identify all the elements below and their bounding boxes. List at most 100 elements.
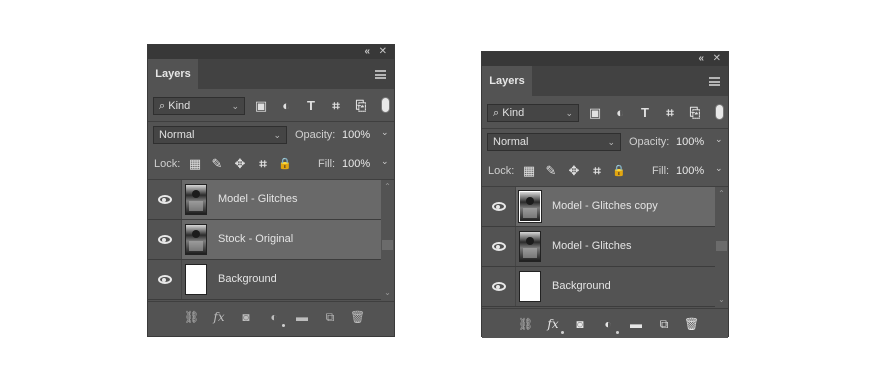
tab-layers[interactable]: Layers <box>482 66 532 96</box>
scrollbar-thumb[interactable] <box>716 241 727 251</box>
lock-all-icon[interactable]: 🔒 <box>278 157 292 171</box>
lock-row: Lock: ▦ ✎ ✥ ⌗ 🔒 Fill: 100% ⌄ <box>482 162 728 182</box>
layers-list: Model - Glitches Stock - Original Backgr… <box>148 180 381 301</box>
filter-kind-dropdown[interactable]: ⌕ Kind ⌄ <box>487 104 579 122</box>
link-layers-icon[interactable]: ⛓ <box>518 317 533 331</box>
scroll-down-icon[interactable]: ⌄ <box>715 295 728 304</box>
adjustment-filter-icon[interactable]: ◐ <box>279 99 293 113</box>
lock-brush-icon[interactable]: ✎ <box>544 164 558 178</box>
chevron-down-icon[interactable]: ⌄ <box>381 156 389 167</box>
visibility-toggle[interactable] <box>482 187 516 226</box>
layer-row[interactable]: Model - Glitches copy <box>482 187 715 227</box>
adjustment-filter-icon[interactable]: ◐ <box>613 106 627 120</box>
type-filter-icon[interactable]: T <box>304 99 318 113</box>
add-mask-icon[interactable]: ◙ <box>573 317 587 331</box>
eye-icon[interactable] <box>158 235 172 244</box>
type-filter-icon[interactable]: T <box>638 106 652 120</box>
fx-icon[interactable]: fx <box>212 310 226 324</box>
blend-mode-value: Normal <box>159 129 195 141</box>
lock-artboard-icon[interactable]: ⌗ <box>256 157 270 171</box>
pixel-filter-icon[interactable]: ▣ <box>588 106 602 120</box>
lock-artboard-icon[interactable]: ⌗ <box>590 164 604 178</box>
link-layers-icon[interactable]: ⛓ <box>184 310 199 324</box>
scroll-down-icon[interactable]: ⌄ <box>381 288 394 297</box>
lock-pixels-icon[interactable]: ▦ <box>522 164 536 178</box>
chevron-down-icon[interactable]: ⌄ <box>715 163 723 174</box>
trash-icon[interactable]: 🗑 <box>350 310 365 324</box>
new-fill-adjustment-icon[interactable]: ◐ <box>267 310 281 324</box>
filter-toggle[interactable] <box>715 104 724 120</box>
chevron-down-icon[interactable]: ⌄ <box>715 134 723 145</box>
layer-thumbnail <box>185 184 207 215</box>
eye-icon[interactable] <box>492 282 506 291</box>
fill-value[interactable]: 100% <box>342 158 370 170</box>
chevron-down-icon[interactable]: ⌄ <box>381 127 389 138</box>
panel-menu-icon[interactable] <box>709 77 720 86</box>
fx-icon[interactable]: fx <box>546 317 560 331</box>
tab-layers[interactable]: Layers <box>148 59 198 89</box>
close-icon[interactable]: ✕ <box>379 45 387 59</box>
eye-icon[interactable] <box>492 242 506 251</box>
add-mask-icon[interactable]: ◙ <box>239 310 253 324</box>
new-group-icon[interactable]: ▬ <box>295 310 309 324</box>
scrollbar-thumb[interactable] <box>382 240 393 250</box>
filter-toggle[interactable] <box>381 97 390 113</box>
new-fill-adjustment-icon[interactable]: ◐ <box>601 317 615 331</box>
lock-pixels-icon[interactable]: ▦ <box>188 157 202 171</box>
layer-name[interactable]: Model - Glitches <box>218 193 297 205</box>
layer-name[interactable]: Model - Glitches copy <box>552 200 658 212</box>
eye-icon[interactable] <box>492 202 506 211</box>
trash-icon[interactable]: 🗑 <box>684 317 699 331</box>
visibility-toggle[interactable] <box>148 180 182 219</box>
close-icon[interactable]: ✕ <box>713 52 721 66</box>
visibility-toggle[interactable] <box>148 220 182 259</box>
collapse-icon[interactable]: « <box>698 52 704 66</box>
eye-icon[interactable] <box>158 275 172 284</box>
filter-kind-dropdown[interactable]: ⌕ Kind ⌄ <box>153 97 245 115</box>
lock-brush-icon[interactable]: ✎ <box>210 157 224 171</box>
layers-scrollbar[interactable]: ⌃ ⌄ <box>381 180 394 301</box>
opacity-value[interactable]: 100% <box>676 136 704 148</box>
panel-title-bar: « ✕ <box>148 45 394 59</box>
shape-filter-icon[interactable]: ⌗ <box>329 99 343 113</box>
layer-name[interactable]: Stock - Original <box>218 233 293 245</box>
layers-scrollbar[interactable]: ⌃ ⌄ <box>715 187 728 308</box>
pixel-filter-icon[interactable]: ▣ <box>254 99 268 113</box>
shape-filter-icon[interactable]: ⌗ <box>663 106 677 120</box>
lock-position-icon[interactable]: ✥ <box>233 157 247 171</box>
fill-value[interactable]: 100% <box>676 165 704 177</box>
layer-row[interactable]: Model - Glitches <box>148 180 381 220</box>
collapse-icon[interactable]: « <box>364 45 370 59</box>
lock-position-icon[interactable]: ✥ <box>567 164 581 178</box>
layer-row[interactable]: Background <box>148 260 381 300</box>
layer-name[interactable]: Background <box>218 273 277 285</box>
new-layer-icon[interactable]: ⧉ <box>323 310 337 324</box>
new-layer-icon[interactable]: ⧉ <box>657 317 671 331</box>
opacity-value[interactable]: 100% <box>342 129 370 141</box>
layer-row[interactable]: Stock - Original <box>148 220 381 260</box>
dropdown-dot <box>282 324 285 327</box>
layer-row[interactable]: Model - Glitches <box>482 227 715 267</box>
eye-icon[interactable] <box>158 195 172 204</box>
lock-label: Lock: <box>154 158 181 170</box>
visibility-toggle[interactable] <box>148 260 182 299</box>
visibility-toggle[interactable] <box>482 267 516 306</box>
layer-row[interactable]: Background <box>482 267 715 307</box>
blend-mode-dropdown[interactable]: Normal ⌄ <box>487 133 621 151</box>
layers-list: Model - Glitches copy Model - Glitches B… <box>482 187 715 308</box>
tab-row: Layers <box>482 66 728 96</box>
blend-mode-dropdown[interactable]: Normal ⌄ <box>153 126 287 144</box>
new-group-icon[interactable]: ▬ <box>629 317 643 331</box>
opacity-label: Opacity: <box>295 129 336 141</box>
search-icon: ⌕ <box>493 107 500 119</box>
smart-object-filter-icon[interactable]: ⎘ <box>688 106 702 120</box>
scroll-up-icon[interactable]: ⌃ <box>715 189 728 198</box>
visibility-toggle[interactable] <box>482 227 516 266</box>
scroll-up-icon[interactable]: ⌃ <box>381 182 394 191</box>
smart-object-filter-icon[interactable]: ⎘ <box>354 99 368 113</box>
blend-row: Normal ⌄ Opacity: 100% ⌄ <box>482 133 728 153</box>
layer-name[interactable]: Background <box>552 280 611 292</box>
panel-menu-icon[interactable] <box>375 70 386 79</box>
layer-name[interactable]: Model - Glitches <box>552 240 631 252</box>
lock-all-icon[interactable]: 🔒 <box>612 164 626 178</box>
